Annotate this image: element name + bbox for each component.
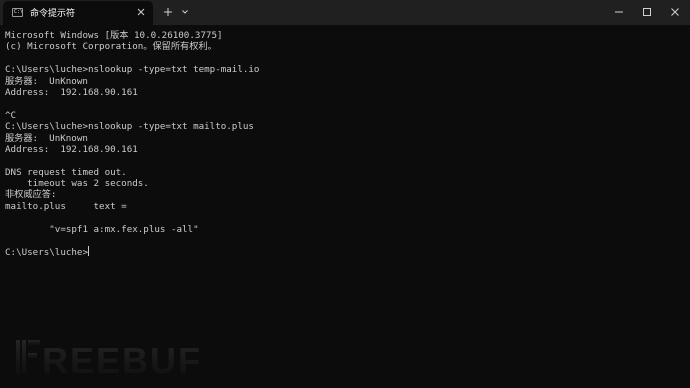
terminal-line: timeout was 2 seconds.	[5, 178, 149, 190]
close-icon[interactable]	[134, 5, 148, 19]
freebuf-watermark-logo: REEBUF	[14, 336, 214, 382]
terminal-line: ^C	[5, 109, 17, 121]
terminal-line: DNS request timed out.	[5, 166, 127, 178]
terminal-line: (c) Microsoft Corporation。保留所有权利。	[5, 41, 217, 53]
terminal-icon: C:\	[12, 8, 23, 17]
prompt-text: C:\Users\luche>	[5, 247, 88, 259]
plus-icon[interactable]	[161, 5, 175, 19]
terminal-line: C:\Users\luche>nslookup -type=txt temp-m…	[5, 64, 260, 76]
terminal-line: Address: 192.168.90.161	[5, 86, 138, 98]
chevron-down-icon[interactable]	[178, 5, 192, 19]
terminal-line: "v=spf1 a:mx.fex.plus -all"	[5, 223, 199, 235]
tab-title: 命令提示符	[30, 9, 76, 19]
text-cursor	[87, 246, 89, 257]
terminal-line: Microsoft Windows [版本 10.0.26100.3775]	[5, 30, 223, 41]
title-bar: C:\ 命令提示符	[0, 0, 690, 25]
terminal-line: mailto.plus text =	[5, 200, 127, 212]
terminal-line: 服务器: UnKnown	[5, 132, 88, 144]
minimize-icon[interactable]	[612, 5, 626, 19]
terminal-line: C:\Users\luche>nslookup -type=txt mailto…	[5, 121, 254, 133]
terminal-window: C:\ 命令提示符 Microsoft Windows [版本 10.0.261…	[0, 0, 690, 388]
terminal-line: 非权威应答:	[5, 189, 57, 201]
svg-text:REEBUF: REEBUF	[42, 340, 202, 381]
terminal-output[interactable]: Microsoft Windows [版本 10.0.26100.3775] (…	[5, 30, 685, 360]
maximize-icon[interactable]	[640, 5, 654, 19]
prompt-line: C:\Users\luche>	[5, 246, 685, 259]
tab-command-prompt[interactable]: C:\ 命令提示符	[3, 1, 153, 25]
terminal-line: Address: 192.168.90.161	[5, 143, 138, 155]
terminal-line: 服务器: UnKnown	[5, 75, 88, 87]
close-window-icon[interactable]	[668, 5, 682, 19]
